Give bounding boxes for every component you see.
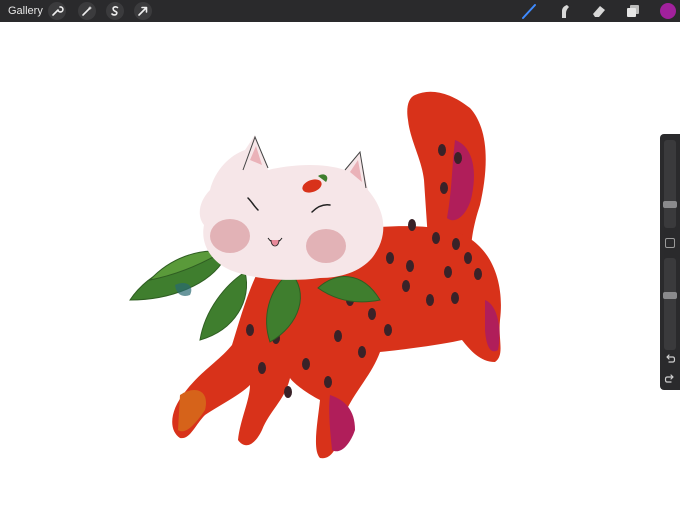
brush-size-slider[interactable] <box>663 140 677 228</box>
opacity-thumb[interactable] <box>663 292 677 299</box>
modify-button[interactable] <box>665 238 675 248</box>
sidebar-controls <box>660 134 680 390</box>
opacity-slider[interactable] <box>663 258 677 350</box>
smudge-icon[interactable] <box>555 2 573 20</box>
brush-icon[interactable] <box>520 2 538 20</box>
wrench-icon[interactable] <box>48 2 66 20</box>
brush-size-thumb[interactable] <box>663 201 677 208</box>
artwork-strawberry-cat <box>129 91 501 459</box>
top-toolbar: Gallery <box>0 0 680 22</box>
selection-icon[interactable] <box>106 2 124 20</box>
magic-wand-icon[interactable] <box>78 2 96 20</box>
color-picker-button[interactable] <box>660 3 676 19</box>
undo-icon[interactable] <box>663 352 677 366</box>
eraser-icon[interactable] <box>590 2 608 20</box>
gallery-button[interactable]: Gallery <box>8 4 43 18</box>
layers-icon[interactable] <box>624 2 642 20</box>
transform-icon[interactable] <box>134 2 152 20</box>
redo-icon[interactable] <box>663 372 677 386</box>
drawing-canvas[interactable] <box>0 22 680 509</box>
